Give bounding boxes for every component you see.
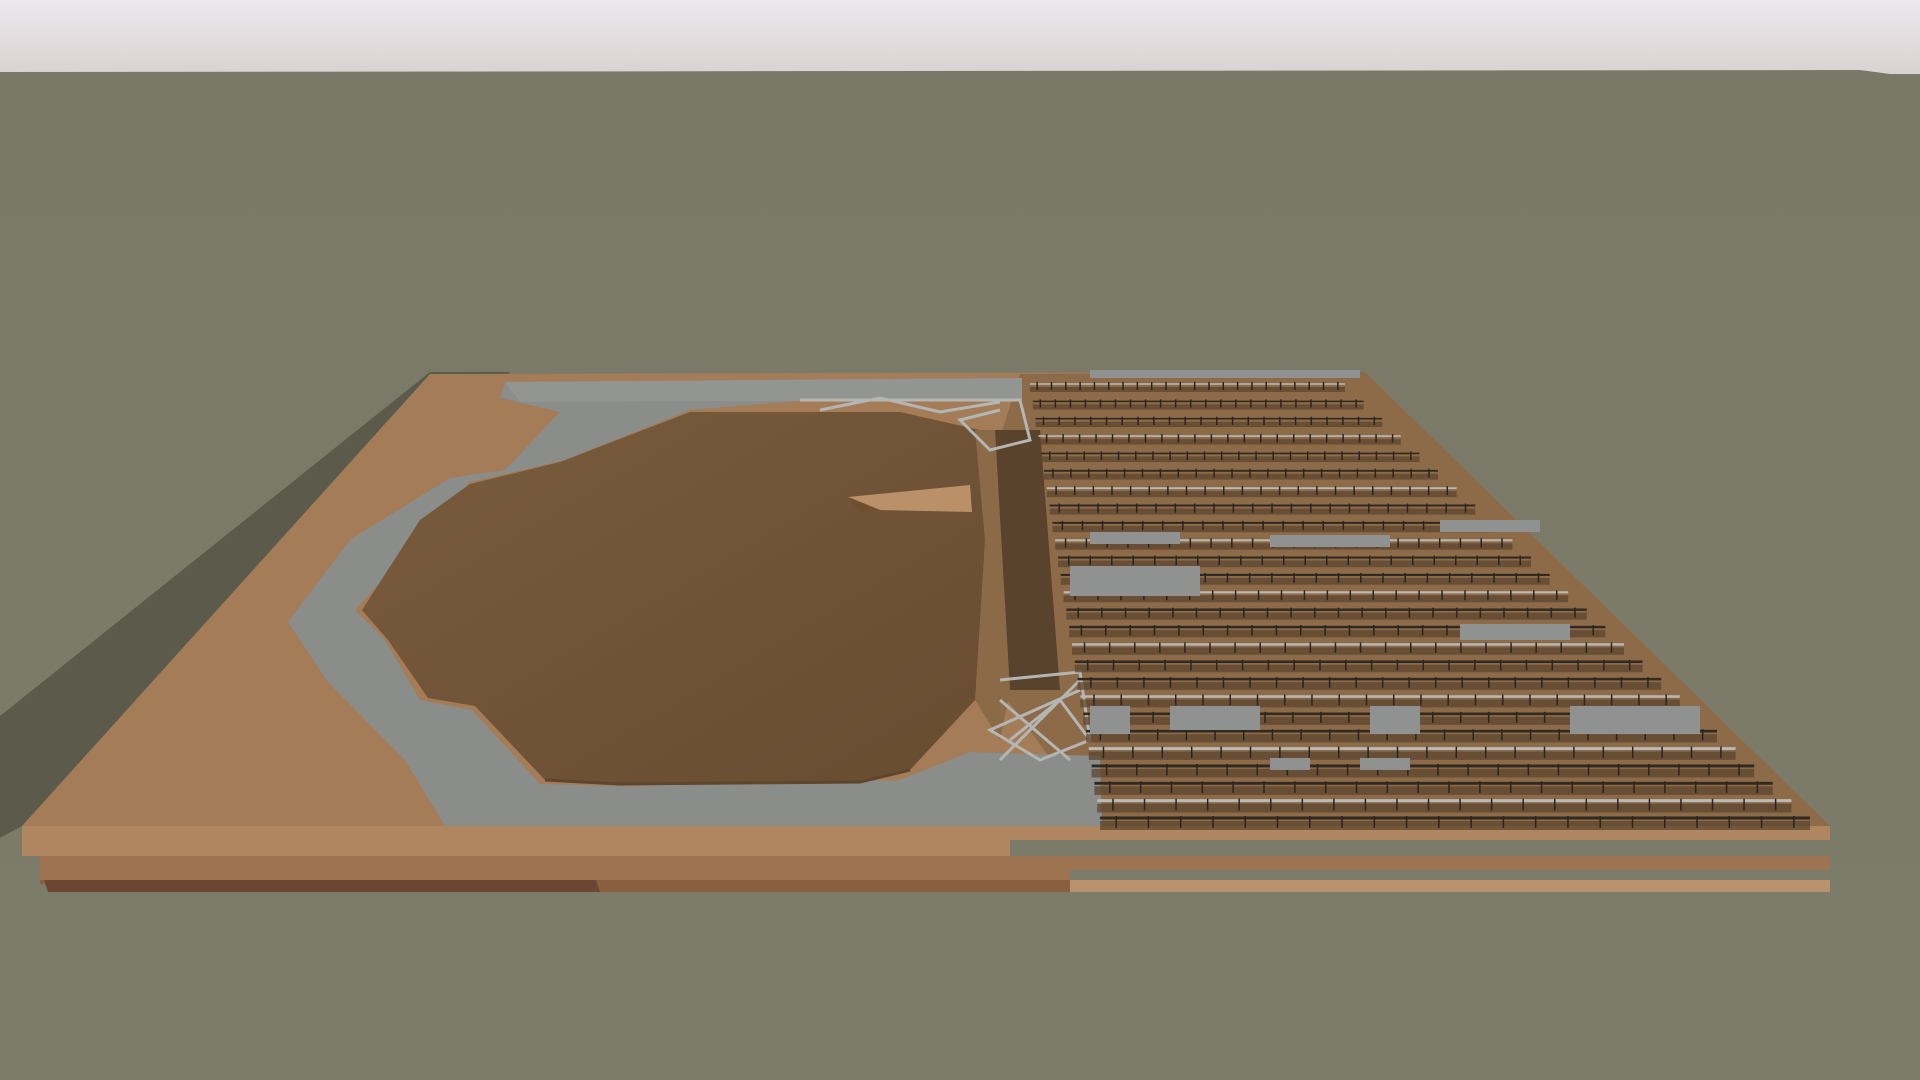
row-shadow <box>1046 491 1457 498</box>
row-shadow <box>1032 404 1364 410</box>
row-shadow <box>1074 664 1643 673</box>
row-shadow <box>1086 734 1717 743</box>
row-shadow <box>1088 751 1736 760</box>
row-shadow <box>1094 786 1773 795</box>
scene-canvas[interactable] <box>0 0 1920 1080</box>
row-shadow <box>1041 456 1420 463</box>
row-shadow <box>1091 768 1755 778</box>
row-shadow <box>1035 421 1383 428</box>
row-shadow <box>1072 647 1624 655</box>
3d-viewport[interactable] <box>0 0 1920 1080</box>
terrain-side <box>22 826 1830 892</box>
row-shadow <box>1052 525 1494 533</box>
haul-road-entry <box>505 378 1022 402</box>
row-shadow <box>1030 387 1345 392</box>
sky <box>0 0 1920 74</box>
row-shadow <box>1100 821 1810 830</box>
row-shadow <box>1049 508 1476 515</box>
row-shadow <box>1038 439 1401 445</box>
row-shadow <box>1066 612 1587 620</box>
row-shadow <box>1097 803 1792 813</box>
row-shadow <box>1044 473 1438 480</box>
row-shadow <box>1063 595 1569 603</box>
row-shadow <box>1077 682 1662 690</box>
